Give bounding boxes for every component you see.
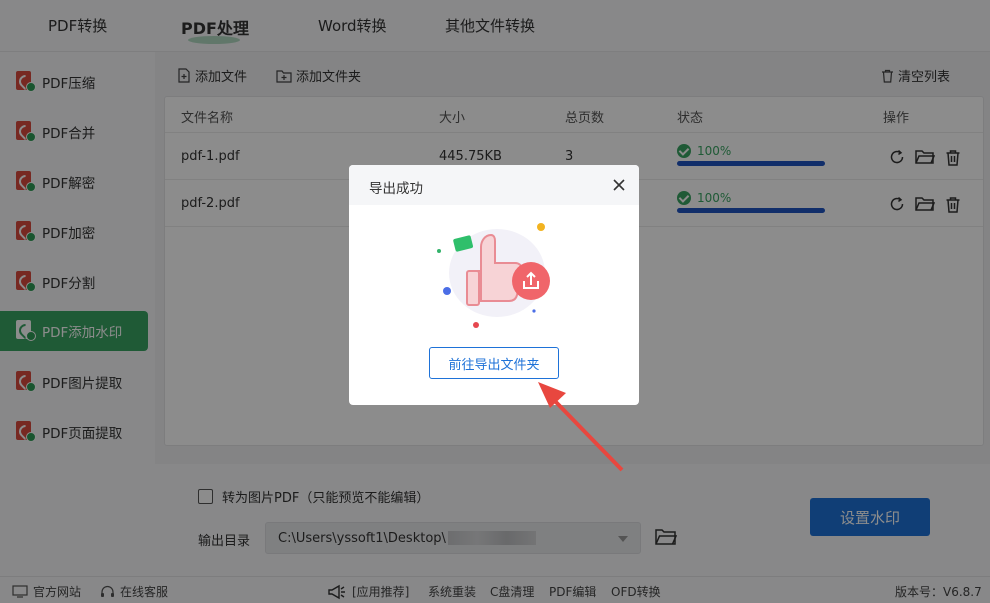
thumbs-up-illustration — [437, 223, 550, 328]
dialog-title: 导出成功 — [369, 181, 423, 197]
export-success-dialog: 导出成功 前往导出文件夹 — [349, 165, 639, 405]
open-export-folder-button[interactable]: 前往导出文件夹 — [429, 347, 559, 379]
dialog-header: 导出成功 — [349, 165, 639, 205]
close-icon[interactable] — [611, 177, 627, 193]
